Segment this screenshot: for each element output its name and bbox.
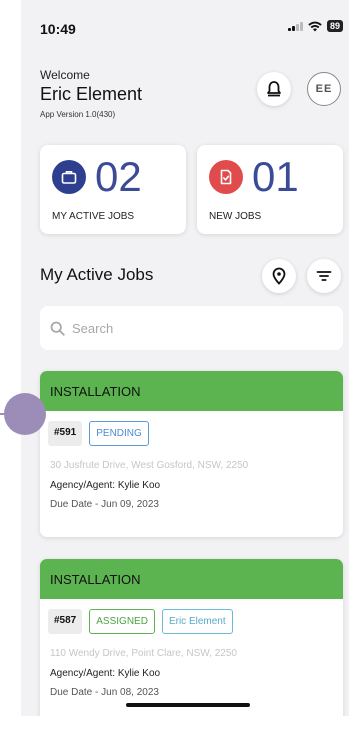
job-due-date: Due Date - Jun 09, 2023: [50, 499, 159, 510]
app-version: App Version 1.0(430): [40, 110, 116, 119]
touch-indicator: [4, 393, 46, 435]
job-card[interactable]: INSTALLATION #587 ASSIGNED Eric Element …: [40, 559, 343, 716]
location-pin-icon: [272, 267, 286, 285]
avatar-initials: EE: [315, 83, 333, 95]
active-jobs-count: 02: [95, 153, 142, 200]
filter-icon: [316, 271, 332, 281]
new-document-icon: [209, 160, 243, 194]
briefcase-icon: [52, 160, 86, 194]
new-jobs-card[interactable]: 01 NEW JOBS: [197, 145, 343, 234]
job-type-header: INSTALLATION: [40, 559, 343, 599]
new-jobs-count: 01: [252, 153, 299, 200]
status-indicators: 89: [287, 20, 343, 32]
home-indicator[interactable]: [126, 703, 250, 707]
job-address: 30 Jusfrute Drive, West Gosford, NSW, 22…: [50, 460, 249, 471]
avatar[interactable]: EE: [307, 72, 341, 106]
bell-icon: [267, 81, 281, 97]
status-time: 10:49: [40, 21, 76, 37]
user-name: Eric Element: [40, 84, 143, 104]
notifications-button[interactable]: [257, 72, 291, 106]
job-card[interactable]: INSTALLATION #591 PENDING 30 Jusfrute Dr…: [40, 371, 343, 537]
active-jobs-card[interactable]: 02 MY ACTIVE JOBS: [40, 145, 186, 234]
job-agent: Agency/Agent: Kylie Koo: [50, 480, 161, 491]
assignee-badge: Eric Element: [161, 609, 233, 634]
job-id-badge: #591: [48, 421, 83, 446]
battery-indicator: 89: [326, 20, 343, 32]
section-title: My Active Jobs: [40, 265, 154, 284]
search-icon: [50, 321, 65, 336]
welcome-label: Welcome: [40, 68, 90, 82]
signal-icon: [287, 21, 303, 31]
job-tags: #591 PENDING: [40, 411, 343, 446]
new-jobs-label: NEW JOBS: [209, 211, 262, 222]
filter-button[interactable]: [307, 259, 341, 293]
job-tags: #587 ASSIGNED Eric Element: [40, 599, 343, 634]
job-type-header: INSTALLATION: [40, 371, 343, 411]
search-box[interactable]: [40, 306, 343, 350]
job-id-badge: #587: [48, 609, 83, 634]
search-input[interactable]: [72, 320, 312, 336]
map-button[interactable]: [262, 259, 296, 293]
status-badge: PENDING: [89, 421, 149, 446]
app-screen: 10:49 89 Welcome Eric Element App Versio…: [21, 0, 349, 716]
status-badge: ASSIGNED: [89, 609, 155, 634]
status-bar: 10:49 89: [21, 0, 349, 56]
wifi-icon: [308, 21, 322, 31]
active-jobs-label: MY ACTIVE JOBS: [52, 211, 135, 222]
job-address: 110 Wendy Drive, Point Clare, NSW, 2250: [50, 648, 237, 659]
job-due-date: Due Date - Jun 08, 2023: [50, 687, 159, 698]
job-agent: Agency/Agent: Kylie Koo: [50, 668, 161, 679]
